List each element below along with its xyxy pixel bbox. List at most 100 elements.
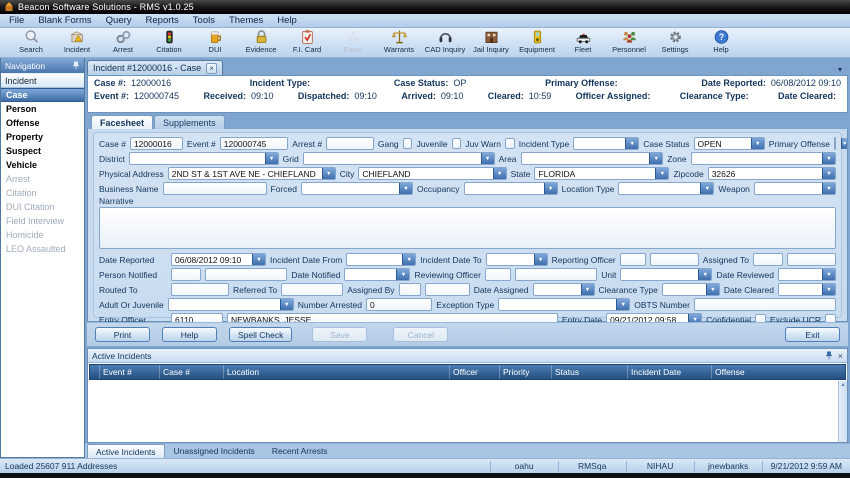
grid-column-header[interactable]: Case #: [160, 365, 224, 379]
toolbar-button[interactable]: Jail Inquiry: [468, 29, 514, 54]
area-combo[interactable]: [521, 152, 664, 165]
toolbar-button[interactable]: Evidence: [238, 29, 284, 54]
incidents-grid-empty-area[interactable]: [88, 381, 838, 442]
cancel-button[interactable]: Cancel: [393, 327, 448, 342]
nav-item[interactable]: Offense: [1, 116, 84, 130]
person-notified-name-input[interactable]: [205, 268, 287, 281]
toolbar-button[interactable]: Arrest: [100, 29, 146, 54]
toolbar-button[interactable]: Incident: [54, 29, 100, 54]
nav-item[interactable]: Homicide: [1, 228, 84, 242]
case-number-input[interactable]: [130, 137, 183, 150]
save-button[interactable]: Save: [312, 327, 367, 342]
dropdown-arrow-icon[interactable]: [402, 254, 415, 265]
dropdown-arrow-icon[interactable]: [841, 138, 847, 149]
panel-close-icon[interactable]: [838, 351, 843, 361]
gang-checkbox[interactable]: [403, 138, 413, 149]
grid-column-header[interactable]: Officer: [450, 365, 500, 379]
nav-item[interactable]: Property: [1, 130, 84, 144]
dropdown-arrow-icon[interactable]: [706, 284, 719, 295]
dropdown-arrow-icon[interactable]: [822, 153, 835, 164]
dropdown-arrow-icon[interactable]: [534, 254, 547, 265]
juvenile-checkbox[interactable]: [452, 138, 462, 149]
menu-item[interactable]: Blank Forms: [31, 15, 98, 26]
menu-item[interactable]: Reports: [139, 15, 186, 26]
dropdown-arrow-icon[interactable]: [822, 284, 835, 295]
assigned-to-name-input[interactable]: [787, 253, 836, 266]
assigned-by-id-input[interactable]: [399, 283, 421, 296]
menu-item[interactable]: Query: [99, 15, 139, 26]
arrest-number-input[interactable]: [326, 137, 374, 150]
dropdown-arrow-icon[interactable]: [625, 138, 638, 149]
tab-list-chevron-icon[interactable]: [834, 63, 846, 75]
grid-column-header[interactable]: Event #: [100, 365, 160, 379]
toolbar-button[interactable]: Equipment: [514, 29, 560, 54]
occupancy-combo[interactable]: [464, 182, 558, 195]
nav-item[interactable]: Arrest: [1, 172, 84, 186]
dropdown-arrow-icon[interactable]: [399, 183, 412, 194]
facesheet-tab[interactable]: Facesheet: [91, 115, 153, 129]
toolbar-button[interactable]: Warrants: [376, 29, 422, 54]
date-notified-combo[interactable]: [344, 268, 410, 281]
menu-item[interactable]: Help: [270, 15, 304, 26]
grid-combo[interactable]: [303, 152, 495, 165]
dropdown-arrow-icon[interactable]: [481, 153, 494, 164]
document-tab-incident-case[interactable]: Incident #12000016 - Case: [87, 60, 223, 75]
print-button[interactable]: Print: [95, 327, 150, 342]
state-combo[interactable]: FLORIDA: [534, 167, 669, 180]
grid-column-header[interactable]: Location: [224, 365, 450, 379]
help-button[interactable]: Help: [162, 327, 217, 342]
nav-item[interactable]: Case: [1, 88, 84, 102]
dropdown-arrow-icon[interactable]: [700, 183, 713, 194]
facesheet-tab[interactable]: Supplements: [154, 115, 225, 129]
pin-icon[interactable]: [825, 351, 833, 360]
referred-to-input[interactable]: [281, 283, 343, 296]
city-combo[interactable]: CHIEFLAND: [358, 167, 506, 180]
toolbar-button[interactable]: Personnel: [606, 29, 652, 54]
obts-number-input[interactable]: [694, 298, 836, 311]
nav-item[interactable]: Person: [1, 102, 84, 116]
dropdown-arrow-icon[interactable]: [649, 153, 662, 164]
nav-item[interactable]: Vehicle: [1, 158, 84, 172]
district-combo[interactable]: [129, 152, 279, 165]
dropdown-arrow-icon[interactable]: [265, 153, 278, 164]
assigned-to-id-input[interactable]: [753, 253, 783, 266]
menu-item[interactable]: File: [2, 15, 31, 26]
reviewing-officer-name-input[interactable]: [515, 268, 597, 281]
toolbar-button[interactable]: Settings: [652, 29, 698, 54]
grid-column-header[interactable]: Offense: [712, 365, 845, 379]
tab-close-icon[interactable]: [206, 63, 217, 74]
dock-tab[interactable]: Active Incidents: [87, 444, 165, 458]
incident-type-combo[interactable]: [573, 137, 639, 150]
adult-or-juvenile-combo[interactable]: [168, 298, 294, 311]
clearance-type-combo[interactable]: [662, 283, 720, 296]
unit-combo[interactable]: [620, 268, 712, 281]
zipcode-combo[interactable]: 32626: [708, 167, 836, 180]
nav-section-incident[interactable]: Incident: [1, 73, 84, 88]
grid-scrollbar[interactable]: [838, 381, 847, 442]
dropdown-arrow-icon[interactable]: [493, 168, 506, 179]
routed-to-input[interactable]: [171, 283, 229, 296]
assigned-by-name-input[interactable]: [425, 283, 470, 296]
location-type-combo[interactable]: [618, 182, 714, 195]
incident-date-from-combo[interactable]: [346, 253, 416, 266]
toolbar-button[interactable]: Fleet: [560, 29, 606, 54]
person-notified-id-input[interactable]: [171, 268, 201, 281]
dropdown-arrow-icon[interactable]: [396, 269, 409, 280]
menu-item[interactable]: Tools: [186, 15, 222, 26]
toolbar-button[interactable]: Citation: [146, 29, 192, 54]
date-reported-combo[interactable]: 06/08/2012 09:10: [171, 253, 266, 266]
juv-warn-checkbox[interactable]: [505, 138, 515, 149]
physical-address-combo[interactable]: 2ND ST & 1ST AVE NE - CHIEFLAND: [168, 167, 336, 180]
dropdown-arrow-icon[interactable]: [252, 254, 265, 265]
nav-item[interactable]: Citation: [1, 186, 84, 200]
nav-item[interactable]: DUI Citation: [1, 200, 84, 214]
primary-offense-combo[interactable]: [834, 137, 836, 150]
toolbar-button[interactable]: Search: [8, 29, 54, 54]
grid-column-header[interactable]: Priority: [500, 365, 552, 379]
dropdown-arrow-icon[interactable]: [822, 269, 835, 280]
dock-tab[interactable]: Unassigned Incidents: [166, 444, 263, 458]
exit-button[interactable]: Exit: [785, 327, 840, 342]
date-cleared-combo[interactable]: [778, 283, 836, 296]
toolbar-button[interactable]: Pawn: [330, 29, 376, 54]
event-number-input[interactable]: [220, 137, 289, 150]
